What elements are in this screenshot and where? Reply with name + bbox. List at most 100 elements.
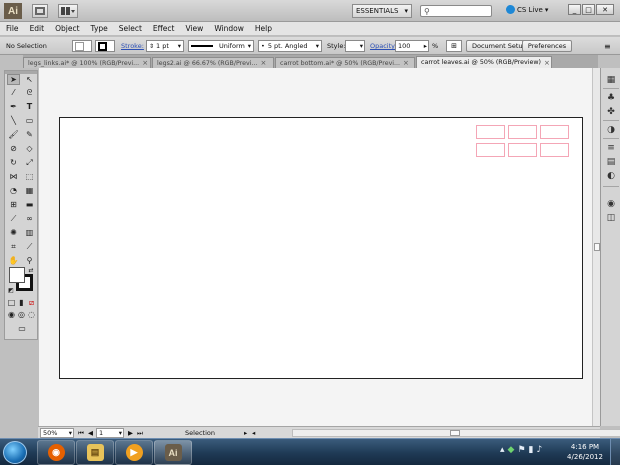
symbol-sprayer-tool-icon[interactable]: ✺ (7, 227, 20, 238)
security-icon[interactable]: ◆ (508, 445, 515, 455)
appearance-panel-icon[interactable]: ◉ (605, 198, 617, 209)
eyedropper-tool-icon[interactable]: ⟋ (7, 213, 20, 224)
brushes-panel-icon[interactable]: ✤ (605, 106, 617, 117)
fill-color-swatch[interactable] (9, 267, 25, 283)
cs-live-button[interactable]: CS Live ▾ (506, 5, 548, 14)
panel-menu-icon[interactable]: ≡ (604, 40, 611, 52)
brush-definition-dropdown[interactable]: • 5 pt. Angled ▾ (258, 40, 322, 52)
stroke-panel-icon[interactable]: ≡ (605, 142, 617, 153)
close-icon[interactable]: × (142, 59, 148, 67)
rotate-tool-icon[interactable]: ↻ (7, 157, 20, 168)
preferences-button[interactable]: Preferences (522, 40, 572, 52)
stroke-profile-dropdown[interactable]: Uniform ▾ (188, 40, 254, 52)
vertical-scrollbar[interactable] (592, 68, 600, 426)
guide-rectangle[interactable] (540, 125, 569, 139)
menu-window[interactable]: Window (214, 24, 244, 33)
column-graph-tool-icon[interactable]: ▥ (23, 227, 36, 238)
restore-button[interactable]: □ (582, 4, 595, 15)
rectangle-tool-icon[interactable]: ▭ (23, 115, 36, 126)
draw-inside-icon[interactable]: ◌ (27, 309, 36, 320)
current-tool-status[interactable]: Selection (150, 428, 250, 438)
gradient-tool-icon[interactable]: ▬ (23, 199, 36, 210)
pen-tool-icon[interactable]: ✒ (7, 101, 20, 112)
artboard-number-field[interactable]: 1 ▾ (96, 428, 124, 438)
taskbar-illustrator[interactable]: Ai (154, 440, 192, 465)
mesh-tool-icon[interactable]: ⊞ (7, 199, 20, 210)
menu-select[interactable]: Select (119, 24, 142, 33)
gradient-mode-icon[interactable]: ▮ (17, 297, 26, 308)
artboard-tool-icon[interactable]: ⌗ (7, 241, 20, 252)
close-icon[interactable]: × (544, 59, 550, 67)
graphic-styles-panel-icon[interactable]: ◑ (605, 124, 617, 135)
guide-rectangle[interactable] (476, 143, 505, 157)
taskbar-explorer[interactable]: ▤ (76, 440, 114, 465)
guide-rectangle[interactable] (540, 143, 569, 157)
close-icon[interactable]: × (260, 59, 266, 67)
lasso-tool-icon[interactable]: ᘓ (23, 87, 36, 98)
artboard[interactable] (59, 117, 583, 379)
first-artboard-button[interactable]: ⏮ (78, 428, 84, 438)
tab-legs2[interactable]: legs2.ai @ 66.67% (RGB/Previ... × (152, 57, 274, 68)
menu-edit[interactable]: Edit (30, 24, 45, 33)
taskbar-firefox[interactable]: ◉ (37, 440, 75, 465)
menu-file[interactable]: File (6, 24, 19, 33)
free-transform-tool-icon[interactable]: ⬚ (23, 171, 36, 182)
arrange-documents-button[interactable] (58, 4, 78, 18)
tab-legs-links[interactable]: legs_links.ai* @ 100% (RGB/Previ... × (23, 57, 151, 68)
selection-tool-icon[interactable]: ➤ (7, 74, 20, 85)
transparency-panel-icon[interactable]: ◐ (605, 170, 617, 181)
none-mode-icon[interactable]: ⧄ (27, 297, 36, 308)
eraser-tool-icon[interactable]: ◇ (23, 143, 36, 154)
slice-tool-icon[interactable]: ⟋ (23, 241, 36, 252)
minimize-button[interactable]: _ (568, 4, 581, 15)
draw-normal-icon[interactable]: ◉ (7, 309, 16, 320)
show-hidden-icons-icon[interactable]: ▴ (500, 445, 505, 455)
action-center-icon[interactable]: ⚑ (517, 445, 525, 455)
zoom-field[interactable]: 50% ▾ (40, 428, 74, 438)
gradient-panel-icon[interactable]: ▤ (605, 156, 617, 167)
horizontal-scrollbar[interactable] (292, 429, 620, 437)
perspective-grid-tool-icon[interactable]: ▦ (23, 185, 36, 196)
opacity-field[interactable]: 100 ▸ (395, 40, 429, 52)
system-clock[interactable]: 4:16 PM 4/26/2012 (566, 442, 604, 462)
graphic-style-dropdown[interactable]: ▾ (345, 40, 365, 52)
stroke-panel-link[interactable]: Stroke: (121, 40, 144, 52)
taskbar-media-player[interactable]: ▶ (115, 440, 153, 465)
workspace-switcher[interactable]: ESSENTIALS ▾ (352, 4, 412, 18)
previous-artboard-button[interactable]: ◀ (88, 428, 93, 438)
fill-color-dropdown[interactable] (72, 40, 92, 52)
pencil-tool-icon[interactable]: ✎ (23, 129, 36, 140)
tab-carrot-bottom[interactable]: carrot bottom.ai* @ 50% (RGB/Previ... × (275, 57, 415, 68)
blob-brush-tool-icon[interactable]: ⊘ (7, 143, 20, 154)
color-mode-icon[interactable]: □ (7, 297, 16, 308)
last-artboard-button[interactable]: ⏭ (137, 428, 143, 438)
guide-rectangle[interactable] (476, 125, 505, 139)
stroke-color-dropdown[interactable] (95, 40, 115, 52)
blend-tool-icon[interactable]: ∞ (23, 213, 36, 224)
chevron-right-icon[interactable]: ▸ (244, 428, 247, 438)
start-button[interactable] (3, 441, 27, 464)
draw-behind-icon[interactable]: ◎ (17, 309, 26, 320)
show-desktop-button[interactable] (610, 439, 620, 465)
horizontal-scroll-thumb[interactable] (450, 430, 460, 436)
menu-help[interactable]: Help (255, 24, 272, 33)
screen-mode-icon[interactable]: ▭ (14, 323, 30, 334)
opacity-panel-link[interactable]: Opacity: (370, 40, 397, 52)
menu-effect[interactable]: Effect (153, 24, 175, 33)
search-input[interactable]: ⚲ (420, 5, 492, 17)
close-icon[interactable]: × (403, 59, 409, 67)
stroke-weight-field[interactable]: ⇕ 1 pt ▾ (146, 40, 184, 52)
volume-icon[interactable]: ♪ (536, 445, 542, 455)
tab-carrot-leaves[interactable]: carrot leaves.ai @ 50% (RGB/Preview) × (416, 56, 552, 68)
menu-view[interactable]: View (186, 24, 204, 33)
next-artboard-button[interactable]: ▶ (128, 428, 133, 438)
menu-object[interactable]: Object (55, 24, 79, 33)
paintbrush-tool-icon[interactable]: 🖌 (7, 129, 20, 140)
default-colors-icon[interactable]: ◩ (7, 285, 15, 296)
menu-type[interactable]: Type (91, 24, 108, 33)
scroll-left-button[interactable]: ◂ (252, 428, 255, 438)
hand-tool-icon[interactable]: ✋ (7, 255, 20, 266)
scale-tool-icon[interactable]: ⤢ (23, 157, 36, 168)
layers-panel-icon[interactable]: ◫ (605, 212, 617, 223)
guide-rectangle[interactable] (508, 143, 537, 157)
